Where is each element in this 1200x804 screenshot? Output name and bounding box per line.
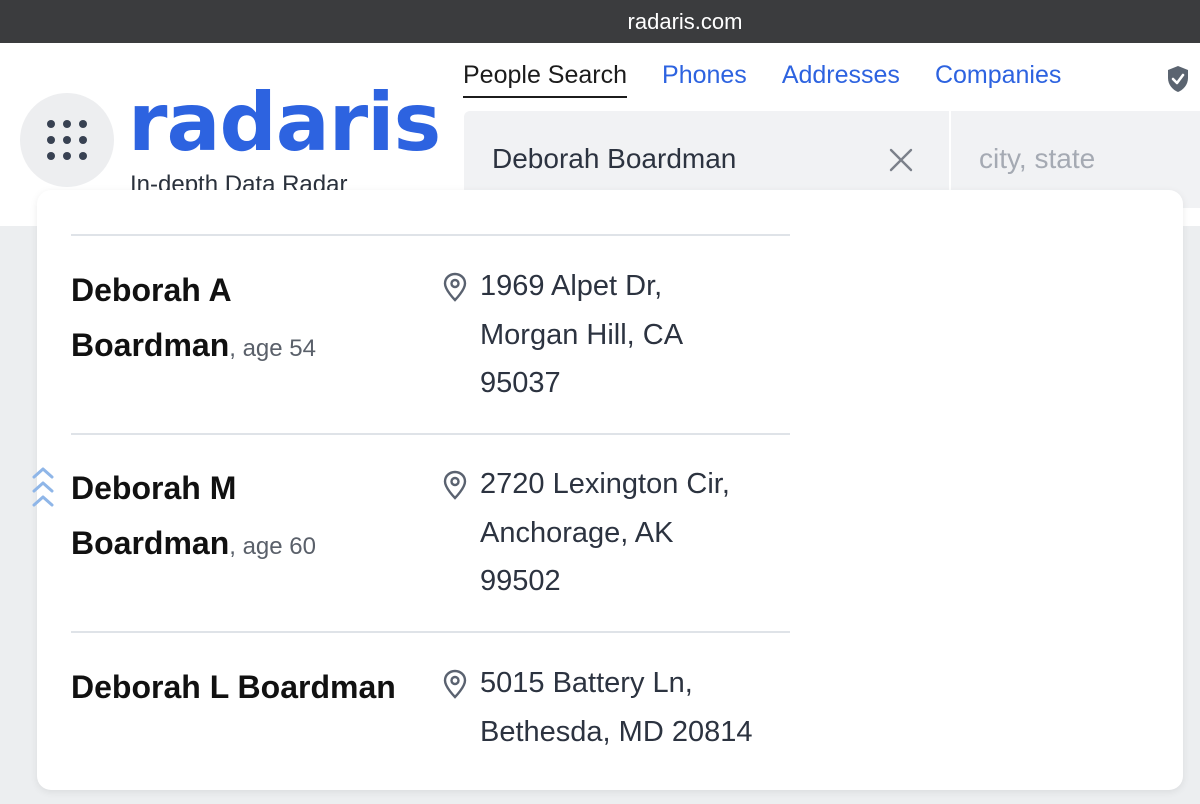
location-pin-icon [442, 669, 468, 704]
grid-dots-icon[interactable] [20, 93, 114, 187]
address-line: 5015 Battery Ln, [480, 667, 693, 699]
chevrons-up-icon[interactable] [32, 465, 54, 518]
row-divider [71, 433, 790, 435]
url-text: radaris.com [627, 8, 743, 34]
address-line: Morgan Hill, CA [480, 318, 684, 351]
address-line: 95037 [480, 367, 561, 399]
person-name-line2: Boardman [71, 525, 230, 561]
person-address[interactable]: 5015 Battery Ln, Bethesda, MD 20814 [480, 659, 800, 756]
shield-icon[interactable] [1166, 65, 1190, 98]
row-divider [71, 234, 790, 236]
address-line: Bethesda, MD 20814 [480, 715, 753, 748]
person-name[interactable]: Deborah M Boardman, age 60 [71, 461, 431, 574]
person-name-line1: Deborah L Boardman [71, 669, 396, 705]
person-age: , age 60 [229, 533, 316, 560]
row-divider [71, 631, 790, 633]
main-nav: People Search Phones Addresses Companies [463, 61, 1096, 98]
person-age: , age 54 [229, 335, 316, 362]
address-line: 99502 [480, 565, 561, 597]
location-search-input[interactable]: city, state [979, 143, 1095, 175]
location-pin-icon [442, 272, 468, 307]
address-line: 1969 Alpet Dr, [480, 270, 663, 302]
address-line: 2720 Lexington Cir, [480, 468, 730, 500]
person-address[interactable]: 2720 Lexington Cir, Anchorage, AK 99502 [480, 460, 800, 606]
location-pin-icon [442, 470, 468, 505]
name-search-input[interactable]: Deborah Boardman [492, 143, 736, 175]
person-name-line1: Deborah M [71, 470, 237, 506]
person-name-line1: Deborah A [71, 272, 232, 308]
person-name-line2: Boardman [71, 327, 230, 363]
site-logo[interactable]: radaris [128, 83, 441, 163]
close-icon[interactable] [888, 147, 914, 178]
nav-addresses[interactable]: Addresses [782, 61, 900, 98]
browser-url-bar[interactable]: radaris.com [0, 0, 1200, 43]
nav-companies[interactable]: Companies [935, 61, 1061, 98]
nav-phones[interactable]: Phones [662, 61, 747, 98]
address-line: Anchorage, AK [480, 516, 674, 549]
person-name[interactable]: Deborah A Boardman, age 54 [71, 263, 431, 376]
nav-people-search[interactable]: People Search [463, 61, 628, 98]
person-address[interactable]: 1969 Alpet Dr, Morgan Hill, CA 95037 [480, 262, 800, 408]
person-name[interactable]: Deborah L Boardman [71, 660, 431, 715]
